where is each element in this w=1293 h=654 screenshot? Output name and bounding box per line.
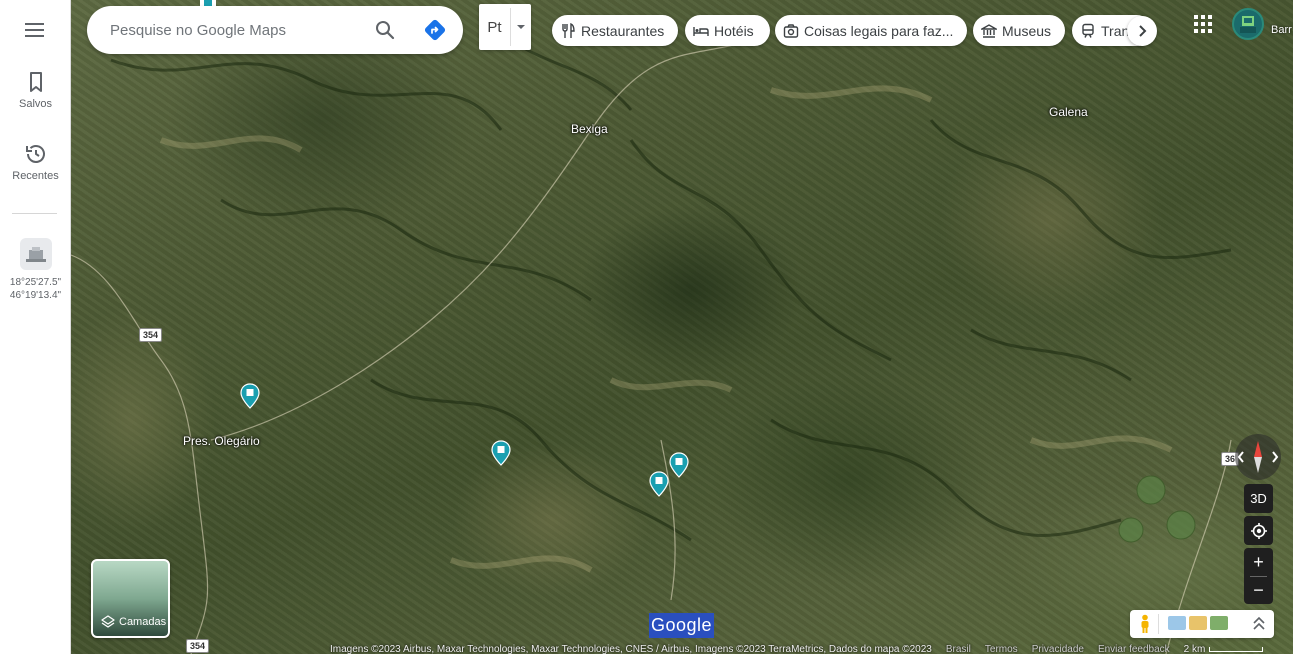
chip-hotels[interactable]: Hotéis [685, 15, 770, 46]
google-logo: Google [649, 613, 715, 638]
account-avatar[interactable] [1232, 8, 1264, 40]
chevron-up-icon[interactable] [1250, 614, 1268, 634]
terms-link[interactable]: Termos [985, 644, 1018, 654]
chip-label: Restaurantes [581, 22, 665, 39]
search-input[interactable] [110, 20, 360, 40]
zoom-out-button[interactable]: − [1244, 576, 1273, 604]
feedback-link[interactable]: Enviar feedback [1098, 644, 1170, 654]
privacy-link[interactable]: Privacidade [1032, 644, 1084, 654]
chevron-right-icon [1139, 25, 1147, 37]
location-thumbnail-icon [25, 247, 46, 262]
layers-label-row: Camadas [101, 615, 166, 629]
search-icon[interactable] [373, 18, 397, 42]
recent-place-lat: 18°25'27.5" [9, 277, 62, 288]
chip-restaurants[interactable]: Restaurantes [552, 15, 678, 46]
zoom-in-button[interactable]: + [1244, 548, 1273, 576]
compass-button[interactable] [1235, 434, 1281, 480]
map-canvas[interactable]: Bexiga Galena Pres. Olegário 354 354 36 [71, 0, 1293, 654]
chip-label: Hotéis [714, 22, 754, 39]
pegbar-separator [1158, 614, 1159, 634]
highway-shield: 354 [186, 639, 210, 653]
scale-label: 2 km [1183, 643, 1206, 654]
avatar-image [1240, 16, 1256, 33]
directions-icon[interactable] [423, 18, 447, 42]
my-location-button[interactable] [1244, 516, 1273, 545]
saved-place-pin[interactable] [669, 452, 689, 478]
menu-icon[interactable] [22, 18, 48, 42]
camera-icon [783, 23, 799, 38]
saved-place-pin[interactable] [240, 383, 260, 409]
country-link[interactable]: Brasil [946, 644, 971, 654]
transit-dropdown-arrow[interactable] [511, 4, 531, 50]
recent-label: Recentes [12, 170, 59, 182]
side-rail: Salvos Recentes 18°25'27.5" 46°19'13.4" [0, 0, 71, 654]
transit-type-selector: Pt [479, 4, 531, 50]
chip-label: Tran [1101, 22, 1130, 39]
history-icon [25, 145, 45, 163]
chip-museums[interactable]: Museus [973, 15, 1065, 46]
saved-place-pin[interactable] [649, 471, 669, 497]
search-box [87, 6, 463, 54]
chip-label: Coisas legais para faz... [804, 22, 954, 39]
scale-indicator[interactable]: 2 km [1184, 644, 1264, 654]
highway-shield: 354 [139, 328, 163, 342]
place-thumbnail [19, 238, 52, 270]
zoom-control: + − [1244, 548, 1273, 604]
pegman-icon[interactable] [1136, 614, 1154, 634]
place-label[interactable]: Galena [1049, 105, 1088, 119]
layers-button[interactable]: Camadas [91, 559, 170, 638]
compass-icon [1237, 441, 1279, 473]
scale-bar [1209, 646, 1264, 652]
locate-icon [1250, 522, 1267, 539]
place-label[interactable]: Bexiga [571, 122, 608, 136]
layers-label: Camadas [119, 616, 167, 628]
map-thumbnail[interactable] [1168, 616, 1186, 630]
chip-things-to-do[interactable]: Coisas legais para faz... [775, 15, 967, 46]
chip-label: Museus [1002, 22, 1052, 39]
recent-place-item[interactable]: 18°25'27.5" 46°19'13.4" [0, 238, 71, 302]
street-view-bar [1130, 610, 1274, 638]
tilt-3d-button[interactable]: 3D [1244, 484, 1273, 513]
train-icon [1082, 23, 1094, 38]
bookmark-icon [29, 72, 42, 92]
saved-button[interactable]: Salvos [0, 70, 71, 110]
layers-icon [101, 615, 115, 628]
saved-place-pin[interactable] [491, 440, 511, 466]
apps-grid-icon[interactable] [1193, 14, 1213, 34]
place-label[interactable]: Pres. Olegário [183, 434, 260, 448]
fork-knife-icon [562, 22, 575, 38]
saved-label: Salvos [18, 98, 53, 110]
map-thumbnail[interactable] [1210, 616, 1228, 630]
terrain-imagery [71, 19, 1232, 654]
attribution-text: Imagens ©2023 Airbus, Maxar Technologies… [330, 643, 932, 654]
transit-type-button[interactable]: Pt [479, 4, 510, 50]
map-thumbnail[interactable] [1189, 616, 1207, 630]
caret-down-icon [517, 25, 525, 29]
chips-next-button[interactable] [1127, 16, 1157, 46]
recent-button[interactable]: Recentes [0, 142, 71, 182]
map-footer: Imagens ©2023 Airbus, Maxar Technologies… [330, 644, 1293, 654]
recent-place-lng: 46°19'13.4" [9, 290, 62, 301]
account-label: Barr [1271, 24, 1292, 36]
museum-icon [981, 23, 997, 38]
rail-divider [12, 213, 57, 214]
bed-icon [693, 26, 709, 36]
